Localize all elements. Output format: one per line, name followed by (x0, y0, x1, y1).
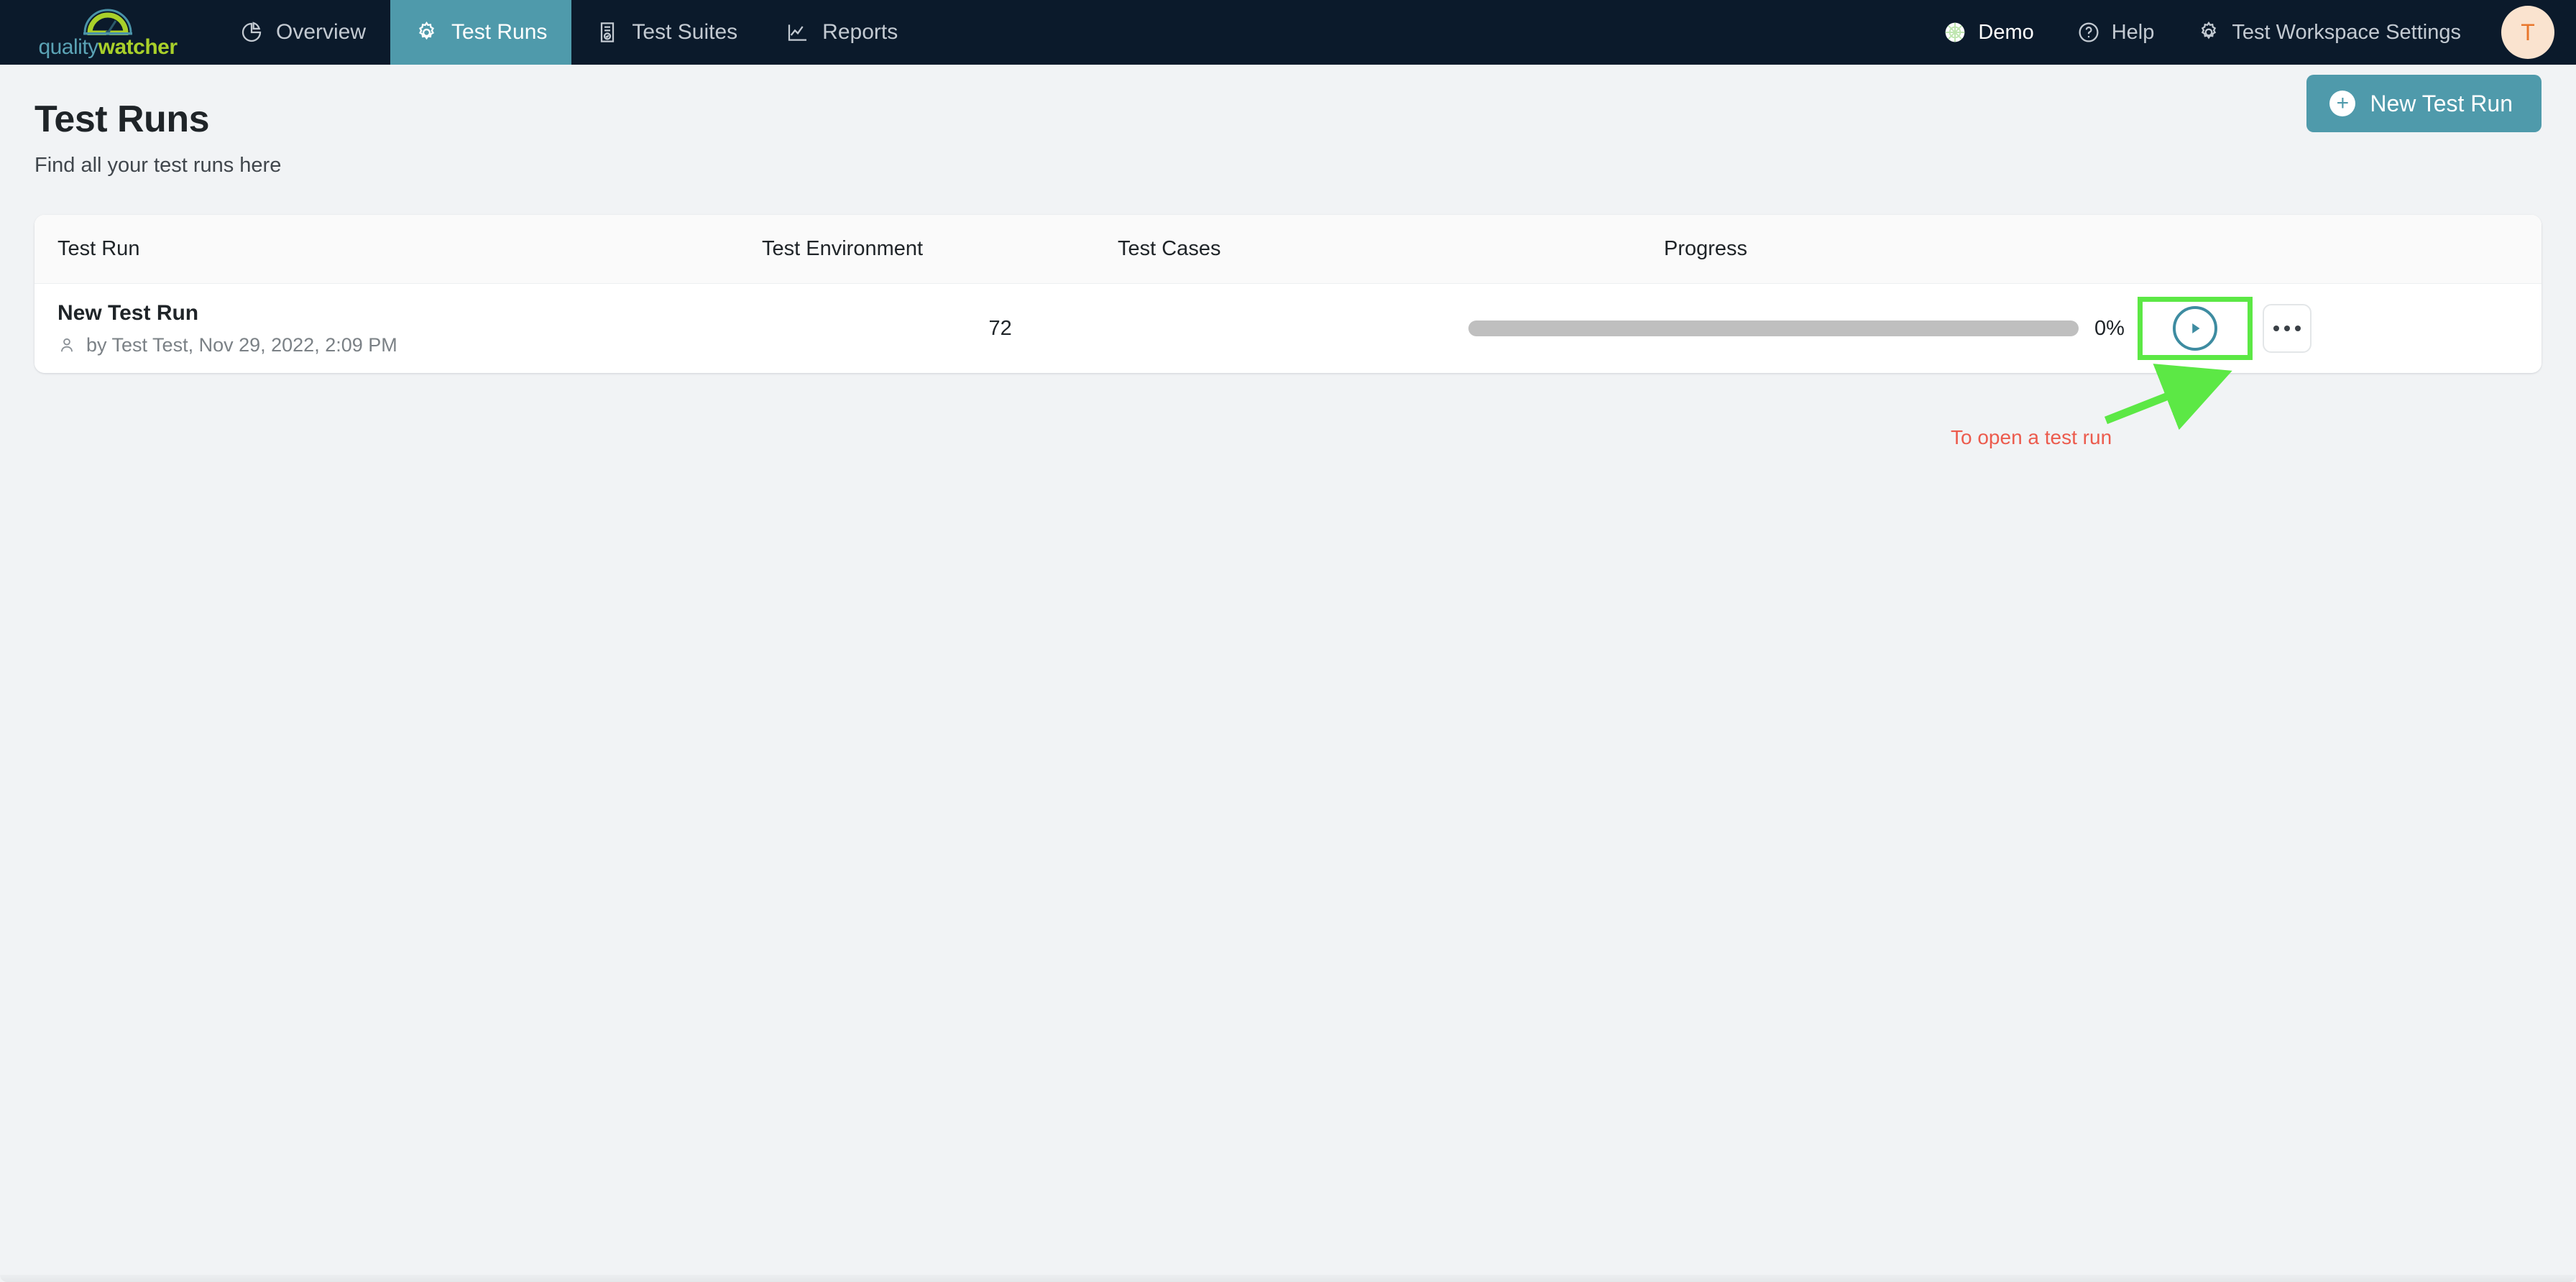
page-subtitle: Find all your test runs here (34, 154, 282, 177)
column-header-test-run: Test Run (58, 237, 140, 260)
tab-overview-label: Overview (276, 20, 367, 44)
gauge-gear-icon (81, 6, 134, 35)
plus-circle-icon: + (2329, 91, 2356, 116)
column-header-test-environment: Test Environment (762, 237, 924, 260)
tab-overview[interactable]: Overview (216, 0, 390, 65)
app-root: qualitywatcher Overview Test Runs Test S… (0, 0, 2576, 1282)
window-bottom-edge (0, 1275, 2576, 1282)
tab-test-runs-label: Test Runs (451, 20, 548, 44)
workspace-settings-label: Test Workspace Settings (2232, 20, 2461, 44)
brand-name-part1: quality (38, 35, 98, 59)
play-button-highlight-box (2138, 297, 2253, 360)
nav-right-cluster: Demo Help Test Workspace Settings T (1922, 0, 2576, 65)
tab-reports-label: Reports (822, 20, 898, 44)
help-label: Help (2111, 20, 2155, 44)
cell-progress: 0% (1468, 317, 2138, 341)
tab-test-suites[interactable]: Test Suites (571, 0, 762, 65)
question-circle-icon (2077, 21, 2100, 44)
top-navigation-bar: qualitywatcher Overview Test Runs Test S… (0, 0, 2576, 65)
document-check-icon (596, 21, 619, 44)
tab-test-runs[interactable]: Test Runs (390, 0, 572, 65)
avatar-initial: T (2521, 19, 2535, 45)
row-action-buttons (2138, 297, 2542, 360)
primary-nav-tabs: Overview Test Runs Test Suites Reports (216, 0, 922, 65)
test-run-meta: by Test Test, Nov 29, 2022, 2:09 PM (58, 334, 676, 356)
table-row[interactable]: New Test Run by Test Test, Nov 29, 2022,… (34, 284, 2542, 373)
workspace-label: Demo (1978, 20, 2034, 44)
ellipsis-icon[interactable] (2263, 304, 2312, 353)
annotation-arrow (2104, 364, 2232, 430)
test-runs-table-card: Test Run Test Environment Test Cases Pro… (34, 215, 2542, 373)
brand-wordmark: qualitywatcher (38, 35, 178, 59)
test-run-name[interactable]: New Test Run (58, 301, 676, 326)
progress-bar-track (1468, 320, 2079, 336)
column-header-test-cases: Test Cases (1118, 237, 1221, 260)
gear-icon (2197, 21, 2220, 44)
gear-icon (415, 21, 438, 45)
line-chart-icon (786, 21, 809, 44)
column-header-progress: Progress (1664, 237, 1748, 260)
annotation-label: To open a test run (1951, 426, 2112, 448)
new-test-run-button[interactable]: + New Test Run (2306, 75, 2542, 132)
table-header-row: Test Run Test Environment Test Cases Pro… (34, 215, 2542, 284)
tab-test-suites-label: Test Suites (632, 20, 738, 44)
brand-logo[interactable]: qualitywatcher (0, 0, 216, 65)
annotation-overlay: To open a test run (0, 0, 2576, 1282)
new-test-run-label: New Test Run (2370, 90, 2513, 116)
cell-test-run: New Test Run by Test Test, Nov 29, 2022,… (58, 301, 676, 356)
page-title: Test Runs (34, 98, 210, 140)
pie-chart-icon (240, 21, 263, 44)
brand-name-part2: watcher (98, 35, 178, 59)
play-circle-icon[interactable] (2173, 306, 2218, 351)
workspace-selector-demo[interactable]: Demo (1922, 21, 2055, 45)
page-header: Test Runs Find all your test runs here +… (0, 65, 2576, 177)
annotation-arrow-svg (2104, 364, 2232, 430)
help-link[interactable]: Help (2056, 21, 2176, 45)
test-run-meta-text: by Test Test, Nov 29, 2022, 2:09 PM (86, 333, 397, 356)
avatar[interactable]: T (2501, 6, 2554, 59)
globe-icon (1944, 21, 1966, 44)
tab-reports[interactable]: Reports (762, 0, 922, 65)
workspace-settings-link[interactable]: Test Workspace Settings (2176, 21, 2483, 45)
user-icon (58, 336, 76, 354)
progress-percent-label: 0% (2094, 316, 2125, 340)
cell-test-cases: 72 (988, 316, 1012, 340)
